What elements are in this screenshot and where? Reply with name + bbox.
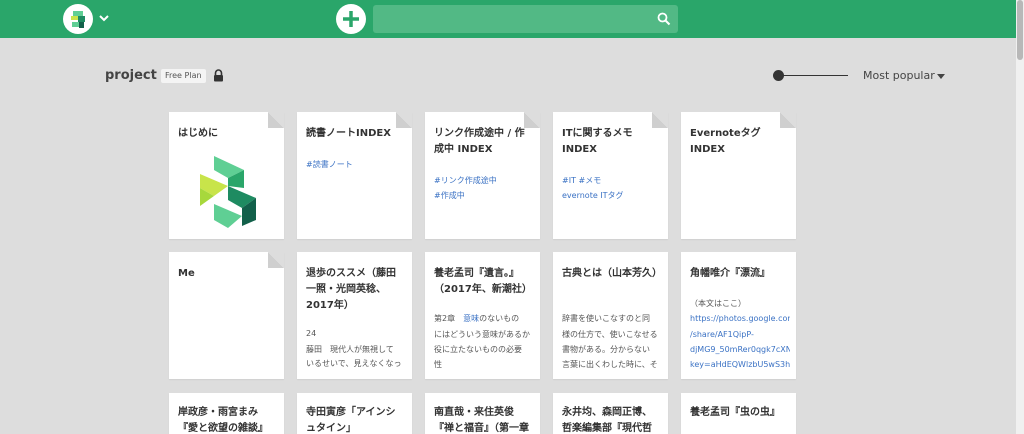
card-title: 角幡唯介『漂流』 (690, 268, 770, 279)
page-card-reading-index[interactable]: 読書ノートINDEX #読書ノート (297, 112, 412, 239)
new-page-button[interactable] (336, 4, 366, 34)
card-excerpt-line: 役に立たないものの必要 (434, 345, 522, 354)
zoom-slider-knob[interactable] (773, 70, 784, 81)
card-title: リンク作成途中 / 作成中 INDEX (434, 128, 525, 155)
card-excerpt-link[interactable]: /share/AF1QipP- (690, 328, 790, 342)
scrapbox-logo-icon (71, 11, 85, 28)
card-tags[interactable]: #IT #メモ (562, 174, 662, 188)
card-excerpt-line: いるせいで、見えなくなっ (306, 359, 402, 368)
page-card-mushinomushi[interactable]: 養老孟司『虫の虫』 (681, 393, 796, 434)
excerpt-link[interactable]: 意味 (463, 314, 479, 323)
page-card-einstein[interactable]: 寺田寅彦「アインシュタイン」 (297, 393, 412, 434)
app-header (0, 0, 1016, 38)
card-excerpt-line: にはどういう意味があるか (434, 330, 530, 339)
search-input[interactable] (381, 9, 651, 29)
excerpt-text: のないもの (479, 314, 520, 323)
card-title: 養老孟司『遺言。』（2017年、新潮社） (434, 268, 532, 295)
card-excerpt-line: 書物がある。分からない (562, 345, 650, 354)
card-excerpt-line: 言葉に出くわした時に、そ (562, 360, 658, 369)
page-card-hajimeni[interactable]: はじめに (169, 112, 284, 239)
excerpt-text: 第2章 (434, 314, 464, 323)
card-excerpt-line: （本文はここ） (690, 299, 746, 308)
card-title: Me (178, 268, 195, 279)
plan-badge: Free Plan (161, 69, 206, 83)
page-card-evernote-index[interactable]: EvernoteタグINDEX (681, 112, 796, 239)
card-tag[interactable]: evernote ITタグ (562, 189, 662, 203)
card-title: 養老孟司『虫の虫』 (690, 407, 780, 418)
card-title: ITに関するメモ INDEX (562, 128, 633, 155)
card-excerpt-line: 辞書を使いこなすのと同 (562, 314, 650, 323)
card-excerpt-line: 様の仕方で、使いこなせる (562, 330, 658, 339)
card-title: 南直哉・来住英俊『禅と福音』（第一章 (434, 407, 529, 434)
card-title: 読書ノートINDEX (306, 128, 391, 139)
card-title: EvernoteタグINDEX (690, 128, 761, 155)
card-tags[interactable]: #読書ノート (306, 158, 406, 172)
card-excerpt-line: 24 (306, 329, 317, 338)
card-excerpt-line: 性 (434, 360, 442, 369)
card-title: 古典とは（山本芳久） (562, 268, 662, 279)
zoom-slider-track[interactable] (780, 75, 848, 76)
scrollbar-track[interactable] (1016, 0, 1024, 434)
page-card-aitoyokubou[interactable]: 岸政彦・雨宮まみ『愛と欲望の雑談』 (169, 393, 284, 434)
page-card-link-index[interactable]: リンク作成途中 / 作成中 INDEX #リンク作成途中 #作成中 (425, 112, 540, 239)
lock-icon (214, 69, 223, 82)
scrollbar-thumb[interactable] (1017, 0, 1023, 60)
scrapbox-logo-icon (200, 156, 256, 228)
page-card-it-index[interactable]: ITに関するメモ INDEX #IT #メモ evernote ITタグ (553, 112, 668, 239)
card-title: 寺田寅彦「アインシュタイン」 (306, 407, 396, 434)
card-title: 岸政彦・雨宮まみ『愛と欲望の雑談』 (178, 407, 268, 434)
card-tag[interactable]: #作成中 (434, 189, 534, 203)
card-excerpt-link[interactable]: djMG9_50mRer0qgk7cXN (690, 343, 790, 357)
project-title[interactable]: project (105, 68, 157, 83)
card-excerpt-link[interactable]: https://photos.google.com (690, 312, 790, 326)
card-tag[interactable]: #リンク作成途中 (434, 174, 534, 188)
page-card-taiho[interactable]: 退歩のススメ（藤田一照・光岡英稔、2017年） 24 藤田 現代人が無視して い… (297, 252, 412, 379)
page-card-yuigon[interactable]: 養老孟司『遺言。』（2017年、新潮社） 第2章 意味のないもの にはどういう意… (425, 252, 540, 379)
search-box (373, 5, 678, 33)
caret-down-icon[interactable] (937, 74, 945, 80)
page-card-me[interactable]: Me (169, 252, 284, 379)
card-excerpt-line: 第2章 意味のないもの (434, 312, 534, 326)
plus-icon (343, 11, 359, 27)
page-card-hyoryu[interactable]: 角幡唯介『漂流』 （本文はここ） https://photos.google.c… (681, 252, 796, 379)
card-title: 退歩のススメ（藤田一照・光岡英稔、2017年） (306, 268, 396, 311)
card-title: はじめに (178, 128, 218, 139)
search-icon[interactable] (657, 12, 671, 26)
page-card-gendaitetsugaku[interactable]: 永井均、森岡正博、哲楽編集部『現代哲 (553, 393, 668, 434)
page-card-koten[interactable]: 古典とは（山本芳久） 辞書を使いこなすのと同 様の仕方で、使いこなせる 書物があ… (553, 252, 668, 379)
project-menu-button[interactable] (63, 4, 93, 34)
card-excerpt-line: 藤田 現代人が無視して (306, 345, 394, 354)
page-card-zentofukuin[interactable]: 南直哉・来住英俊『禅と福音』（第一章 (425, 393, 540, 434)
card-excerpt-link[interactable]: key=aHdEQWlzbU5wS3hC (690, 358, 790, 372)
card-title: 永井均、森岡正博、哲楽編集部『現代哲 (562, 407, 652, 434)
chevron-down-icon[interactable] (98, 12, 110, 24)
sort-select[interactable]: Most popular (863, 69, 935, 82)
